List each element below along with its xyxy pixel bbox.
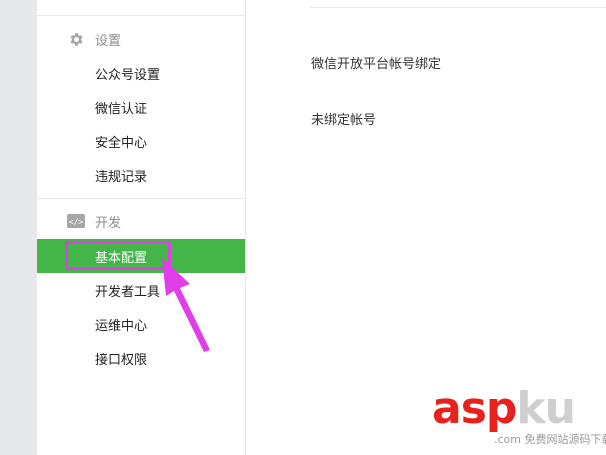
sidebar-item-label: 违规记录 — [95, 169, 148, 185]
sidebar-item-wechat-verification[interactable]: 微信认证 — [37, 90, 245, 124]
gear-icon — [67, 30, 85, 48]
sidebar-divider — [37, 198, 245, 199]
watermark-brand-a: asp — [432, 383, 517, 434]
left-nav-strip — [0, 0, 37, 455]
sidebar-group-settings: 设置 — [67, 29, 121, 49]
sidebar-group-settings-title: 设置 — [95, 33, 122, 49]
sidebar-item-label: 公众号设置 — [95, 67, 161, 83]
sidebar-item-label: 运维中心 — [95, 318, 148, 334]
sidebar-item-label: 接口权限 — [95, 352, 148, 368]
sidebar-item-violation-records[interactable]: 违规记录 — [37, 158, 245, 192]
watermark-brand-b: ku — [516, 383, 576, 434]
binding-status-text: 未绑定帐号 — [311, 113, 377, 128]
sidebar-item-label: 微信认证 — [95, 101, 148, 117]
watermark-suffix-tagline: .com 免费网站源码下载站! — [494, 431, 606, 447]
watermark-suffix: .com — [494, 433, 521, 446]
sidebar-item-account-settings[interactable]: 公众号设置 — [37, 56, 245, 90]
sidebar-item-label: 安全中心 — [95, 135, 148, 151]
sidebar-item-security-center[interactable]: 安全中心 — [37, 124, 245, 158]
sidebar-divider — [37, 15, 245, 16]
watermark-logo: aspku .com 免费网站源码下载站! — [432, 387, 606, 451]
svg-text:</>: </> — [69, 218, 84, 227]
sidebar: 设置 公众号设置 微信认证 安全中心 违规记录 </> 开发 基本配置 开发者工… — [37, 0, 246, 455]
sidebar-group-development-title: 开发 — [95, 215, 122, 231]
content-top-divider — [310, 7, 606, 8]
sidebar-group-development: </> 开发 — [67, 211, 121, 231]
annotation-arrow-icon — [162, 258, 210, 352]
watermark-tagline: 免费网站源码下载站! — [524, 433, 606, 446]
code-icon: </> — [67, 212, 85, 230]
open-platform-binding-title: 微信开放平台帐号绑定 — [311, 57, 442, 72]
